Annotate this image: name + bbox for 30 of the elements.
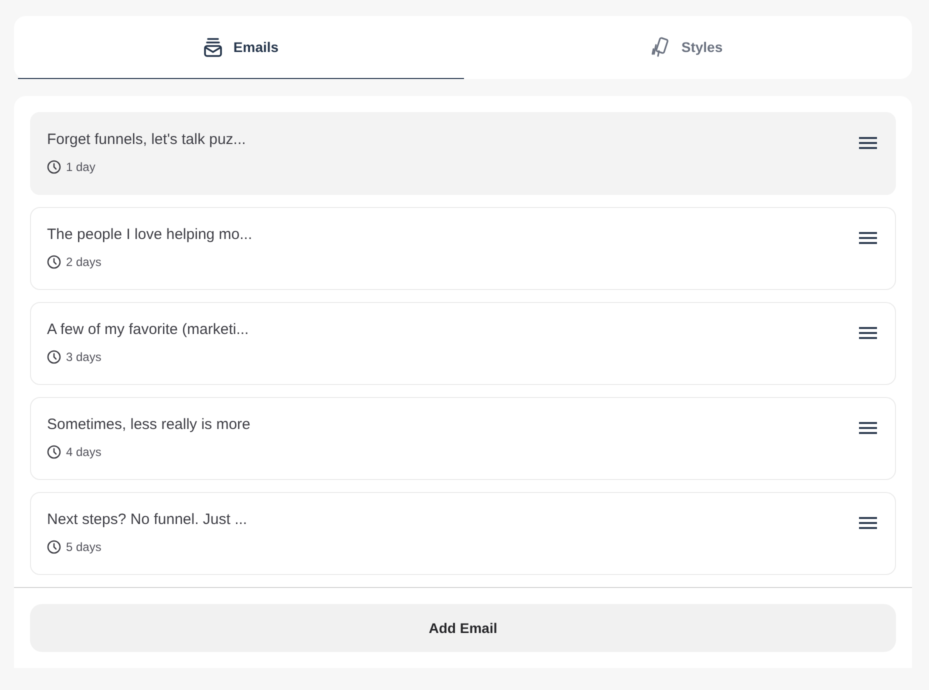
email-subject: A few of my favorite (marketi... — [47, 320, 249, 340]
delay-text: 4 days — [66, 444, 102, 460]
delay-text: 5 days — [66, 539, 102, 555]
email-card[interactable]: Forget funnels, let's talk puz... 1 day — [30, 112, 896, 195]
email-subject: Next steps? No funnel. Just ... — [47, 510, 248, 530]
clock-icon — [47, 445, 61, 459]
delay-text: 2 days — [66, 254, 102, 270]
email-card[interactable]: Next steps? No funnel. Just ... 5 days — [30, 492, 896, 575]
clock-icon — [47, 255, 61, 269]
tab[interactable]: Emails — [18, 16, 464, 79]
email-card[interactable]: Sometimes, less really is more 4 days — [30, 397, 896, 480]
email-subject: Forget funnels, let's talk puz... — [47, 130, 246, 150]
clock-icon — [47, 540, 61, 554]
menu-icon[interactable] — [859, 422, 877, 434]
add-email-button[interactable]: Add Email — [30, 604, 896, 652]
delay-text: 1 day — [66, 159, 96, 175]
menu-icon[interactable] — [859, 327, 877, 339]
clock-icon — [47, 350, 61, 364]
email-subject: The people I love helping mo... — [47, 225, 252, 245]
swatch-icon — [651, 37, 672, 57]
clock-icon — [47, 160, 61, 174]
inbox-icon — [203, 37, 224, 57]
email-card[interactable]: A few of my favorite (marketi... 3 days — [30, 302, 896, 385]
menu-icon[interactable] — [859, 137, 877, 149]
menu-icon[interactable] — [859, 232, 877, 244]
email-card[interactable]: The people I love helping mo... 2 days — [30, 207, 896, 290]
delay-text: 3 days — [66, 349, 102, 365]
menu-icon[interactable] — [859, 517, 877, 529]
tab[interactable]: Styles — [464, 16, 910, 79]
email-subject: Sometimes, less really is more — [47, 415, 250, 435]
